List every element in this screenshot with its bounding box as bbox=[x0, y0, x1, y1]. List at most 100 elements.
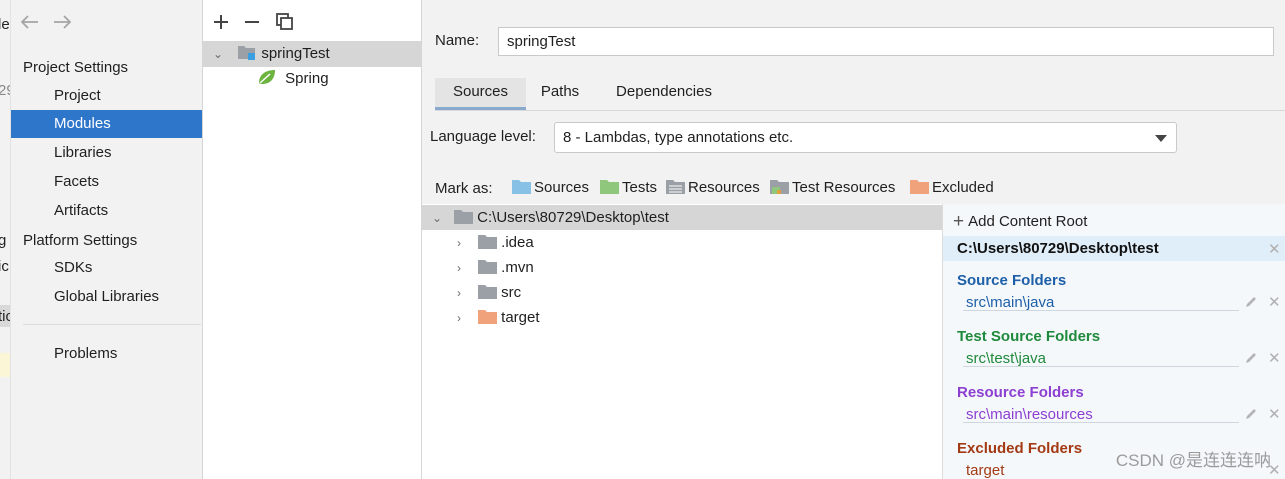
clipped-text: tic bbox=[0, 308, 10, 325]
remove-icon[interactable] bbox=[242, 12, 264, 34]
test-source-folder-path: src\test\java bbox=[966, 350, 1047, 367]
excluded-folder-icon bbox=[910, 180, 929, 194]
nav-item-artifacts[interactable]: Artifacts bbox=[11, 197, 202, 225]
tests-folder-icon bbox=[600, 180, 619, 194]
nav-item-facets[interactable]: Facets bbox=[11, 168, 202, 196]
content-root-path: C:\Users\80729\Desktop\test bbox=[943, 236, 1285, 261]
arrow-left-icon[interactable] bbox=[19, 14, 41, 32]
folder-icon bbox=[478, 235, 498, 249]
content-root-tree: ⌄ C:\Users\80729\Desktop\test › .idea › … bbox=[422, 204, 942, 479]
source-folder-path: src\main\java bbox=[966, 294, 1055, 311]
remove-content-root-icon[interactable]: ✕ bbox=[1268, 242, 1281, 257]
nav-item-libraries[interactable]: Libraries bbox=[11, 139, 202, 167]
tree-row-idea[interactable]: › .idea bbox=[422, 230, 534, 255]
clipped-text: ic bbox=[0, 258, 9, 275]
arrow-right-icon[interactable] bbox=[51, 14, 73, 32]
watermark: CSDN @是连连连呐 bbox=[1115, 451, 1271, 470]
nav-item-problems[interactable]: Problems bbox=[11, 340, 202, 368]
settings-nav: Project Settings Project Modules Librari… bbox=[11, 0, 203, 479]
edit-pencil-icon[interactable] bbox=[1244, 351, 1258, 365]
remove-folder-icon[interactable]: ✕ bbox=[1268, 295, 1281, 310]
module-name: springTest bbox=[261, 45, 330, 62]
remove-folder-icon[interactable]: ✕ bbox=[1268, 351, 1281, 366]
chevron-right-icon[interactable]: › bbox=[452, 306, 466, 331]
resource-folder-path: src\main\resources bbox=[966, 406, 1093, 423]
nav-divider bbox=[23, 324, 201, 325]
module-tree-item-springtest[interactable]: ⌄ springTest bbox=[203, 41, 421, 67]
mark-as-sources-button[interactable]: Sources bbox=[512, 179, 589, 199]
folder-icon bbox=[478, 285, 498, 299]
mark-as-test-resources-button[interactable]: Test Resources bbox=[770, 179, 895, 199]
tree-row-mvn[interactable]: › .mvn bbox=[422, 255, 534, 280]
chevron-right-icon[interactable]: › bbox=[452, 231, 466, 256]
name-label: Name: bbox=[435, 32, 480, 49]
modules-panel: ⌄ springTest Spring bbox=[203, 0, 422, 479]
tree-label: .mvn bbox=[501, 259, 534, 276]
tree-row-root[interactable]: ⌄ C:\Users\80729\Desktop\test bbox=[422, 205, 942, 230]
path-underline bbox=[963, 310, 1239, 311]
module-folder-icon bbox=[238, 46, 256, 60]
nav-toolbar bbox=[11, 0, 202, 44]
clipped-text: le bbox=[0, 16, 10, 33]
module-settings: Name: Sources Paths Dependencies Languag… bbox=[422, 0, 1285, 479]
mark-as-resources-button[interactable]: Resources bbox=[666, 179, 760, 199]
mark-as-label: Mark as: bbox=[435, 180, 493, 197]
nav-item-sdks[interactable]: SDKs bbox=[11, 254, 202, 282]
plus-icon: + bbox=[953, 211, 965, 232]
tab-sources[interactable]: Sources bbox=[435, 78, 526, 110]
path-underline bbox=[963, 366, 1239, 367]
chevron-right-icon[interactable]: › bbox=[452, 281, 466, 306]
remove-folder-icon[interactable]: ✕ bbox=[1268, 407, 1281, 422]
nav-item-project[interactable]: Project bbox=[11, 82, 202, 110]
chevron-down-icon bbox=[1155, 135, 1167, 142]
folder-icon bbox=[478, 260, 498, 274]
tree-row-target[interactable]: › target bbox=[422, 305, 540, 330]
nav-item-global-libraries[interactable]: Global Libraries bbox=[11, 283, 202, 311]
language-level-label: Language level: bbox=[430, 128, 536, 145]
tab-dependencies[interactable]: Dependencies bbox=[604, 78, 724, 110]
folder-icon bbox=[454, 210, 474, 224]
edit-pencil-icon[interactable] bbox=[1244, 295, 1258, 309]
clipped-text: 29 bbox=[0, 82, 10, 99]
copy-icon[interactable] bbox=[275, 12, 297, 34]
left-clipped-strip: le 29 g ic tic bbox=[0, 0, 11, 479]
nav-item-modules[interactable]: Modules bbox=[11, 110, 202, 138]
clipped-text: g bbox=[0, 232, 6, 249]
tree-label: .idea bbox=[501, 234, 534, 251]
module-tree-item-spring[interactable]: Spring bbox=[203, 66, 421, 92]
language-level-value: 8 - Lambdas, type annotations etc. bbox=[563, 129, 794, 146]
content-root-panel: + Add Content Root C:\Users\80729\Desktop… bbox=[942, 204, 1285, 479]
tree-row-src[interactable]: › src bbox=[422, 280, 521, 305]
name-input[interactable] bbox=[498, 27, 1274, 56]
chevron-down-icon[interactable]: ⌄ bbox=[211, 41, 225, 67]
platform-settings-heading: Platform Settings bbox=[23, 232, 138, 249]
chevron-right-icon[interactable]: › bbox=[452, 256, 466, 281]
mark-as-tests-button[interactable]: Tests bbox=[600, 179, 657, 199]
spring-leaf-icon bbox=[259, 70, 275, 84]
mark-as-excluded-button[interactable]: Excluded bbox=[910, 179, 994, 199]
modules-toolbar bbox=[203, 0, 421, 40]
resource-folders-title: Resource Folders bbox=[957, 384, 1084, 401]
project-settings-heading: Project Settings bbox=[23, 59, 129, 76]
tree-label: target bbox=[501, 309, 540, 326]
test-resources-folder-icon bbox=[770, 180, 789, 194]
chevron-down-icon[interactable]: ⌄ bbox=[430, 206, 444, 231]
test-source-folders-title: Test Source Folders bbox=[957, 328, 1101, 345]
edit-pencil-icon[interactable] bbox=[1244, 407, 1258, 421]
add-icon[interactable] bbox=[211, 12, 233, 34]
excluded-folder-path: target bbox=[966, 462, 1005, 479]
tree-root-label: C:\Users\80729\Desktop\test bbox=[477, 209, 669, 226]
clipped-notification bbox=[0, 353, 10, 377]
excluded-folders-title: Excluded Folders bbox=[957, 440, 1083, 457]
tab-paths[interactable]: Paths bbox=[530, 78, 590, 110]
facet-name: Spring bbox=[285, 70, 329, 87]
add-content-root-button[interactable]: + Add Content Root bbox=[953, 211, 1087, 233]
excluded-folder-icon bbox=[478, 310, 498, 324]
sources-folder-icon bbox=[512, 180, 531, 194]
tree-label: src bbox=[501, 284, 522, 301]
language-level-select[interactable]: 8 - Lambdas, type annotations etc. bbox=[554, 122, 1177, 153]
tab-divider bbox=[435, 110, 1285, 111]
path-underline bbox=[963, 422, 1239, 423]
source-folders-title: Source Folders bbox=[957, 272, 1067, 289]
resources-folder-icon bbox=[666, 180, 685, 194]
